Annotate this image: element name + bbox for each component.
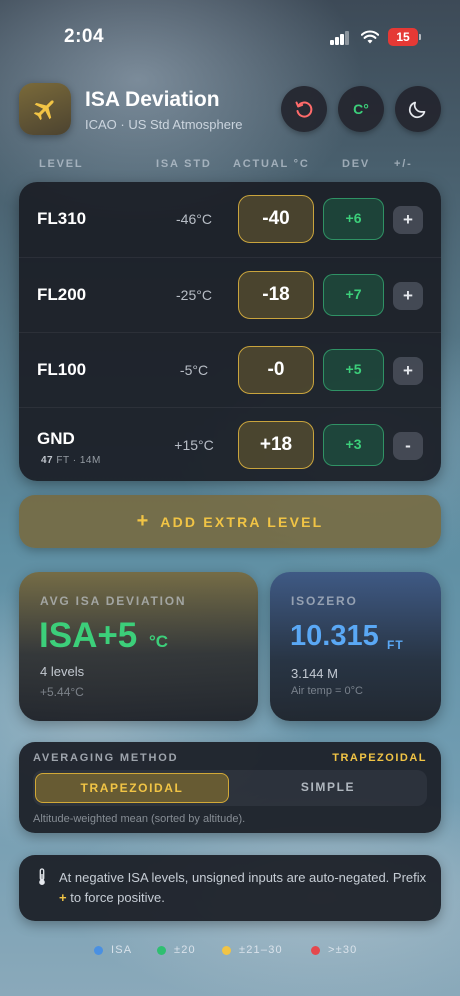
reset-icon — [295, 101, 313, 118]
deviation-legend: ISA ±20 ±21–30 >±30 — [0, 944, 460, 962]
sign-toggle-button[interactable]: + — [393, 357, 423, 385]
col-header-dev: DEV — [342, 158, 371, 170]
info-note-text: At negative ISA levels, unsigned inputs … — [59, 868, 427, 908]
averaging-method-segmented-control: TRAPEZOIDAL SIMPLE — [33, 770, 427, 806]
table-row: FL200 -25°C -18 +7 + — [19, 257, 441, 332]
trapezoidal-option[interactable]: TRAPEZOIDAL — [35, 773, 229, 803]
deviation-badge: +5 — [323, 349, 384, 391]
table-row: GND 47 FT · 14M +15°C +18 +3 - — [19, 407, 441, 481]
isa-std-value: +15°C — [174, 437, 214, 453]
ground-elevation: 47 FT · 14M — [41, 455, 101, 466]
isa-std-value: -5°C — [179, 362, 209, 378]
legend-item: ISA — [94, 944, 132, 956]
col-header-sign: +/- — [394, 158, 413, 170]
col-header-isa-std: ISA STD — [156, 158, 212, 170]
avg-isa-value: ISA+5 — [39, 616, 138, 655]
note-plus-highlight: + — [59, 890, 67, 905]
sign-toggle-button[interactable]: + — [393, 206, 423, 234]
battery-tip — [419, 34, 421, 40]
deviation-badge: +7 — [323, 274, 384, 316]
legend-item: ±20 — [157, 944, 196, 956]
ground-elevation-ft: 47 — [41, 455, 54, 466]
table-row: FL100 -5°C -0 +5 + — [19, 332, 441, 407]
battery-level: 15 — [396, 30, 410, 44]
avg-exact-value: +5.44°C — [40, 685, 84, 699]
moon-icon — [408, 101, 426, 119]
unit-toggle-button[interactable]: C° — [338, 86, 384, 132]
legend-label: ±20 — [174, 944, 196, 956]
ground-elevation-m: · 14M — [72, 455, 101, 466]
info-note: At negative ISA levels, unsigned inputs … — [19, 855, 441, 921]
sign-toggle-button[interactable]: + — [393, 282, 423, 310]
level-label: FL310 — [37, 209, 87, 228]
legend-label: >±30 — [328, 944, 358, 956]
page-subtitle: ICAO · US Std Atmosphere — [85, 117, 243, 132]
note-text-after: to force positive. — [66, 890, 165, 905]
plus-icon: + — [136, 510, 149, 532]
isa-std-value: -25°C — [176, 287, 212, 303]
isozero-card-title: ISOZERO — [291, 594, 358, 608]
battery-indicator: 15 — [388, 28, 418, 46]
isozero-air-temp: Air temp = 0°C — [291, 685, 363, 697]
avg-isa-deviation-card: AVG ISA DEVIATION ISA+5 °C 4 levels +5.4… — [19, 572, 258, 721]
actual-temp-input[interactable]: +18 — [238, 421, 314, 469]
level-label: FL200 — [37, 285, 87, 304]
averaging-method-current: TRAPEZOIDAL — [332, 752, 427, 764]
col-header-actual: ACTUAL °C — [233, 158, 310, 170]
status-bar: 2:04 15 — [0, 0, 460, 76]
isozero-unit: FT — [387, 638, 404, 652]
table-row: FL310 -46°C -40 +6 + — [19, 182, 441, 257]
actual-temp-input[interactable]: -40 — [238, 195, 314, 243]
airplane-icon — [19, 83, 71, 135]
legend-label: ISA — [111, 944, 133, 956]
thermometer-icon — [39, 868, 45, 885]
table-column-headers: LEVEL ISA STD ACTUAL °C DEV +/- — [0, 158, 460, 174]
actual-temp-input[interactable]: -0 — [238, 346, 314, 394]
legend-label: ±21–30 — [239, 944, 283, 956]
level-label: FL100 — [37, 360, 87, 379]
add-extra-level-label: ADD EXTRA LEVEL — [160, 513, 324, 530]
deviation-badge: +3 — [323, 424, 384, 466]
legend-item: >±30 — [311, 944, 358, 956]
unit-toggle-label: C° — [353, 101, 369, 117]
levels-table: FL310 -46°C -40 +6 + FL200 -25°C -18 +7 … — [19, 182, 441, 481]
level-label: GND — [37, 429, 75, 448]
averaging-method-label: AVERAGING METHOD — [33, 752, 179, 764]
simple-option[interactable]: SIMPLE — [231, 773, 425, 803]
isozero-meters: 3.144 M — [291, 666, 338, 681]
averaging-method-panel: AVERAGING METHOD TRAPEZOIDAL TRAPEZOIDAL… — [19, 742, 441, 833]
reset-button[interactable] — [281, 86, 327, 132]
col-header-level: LEVEL — [39, 158, 84, 170]
avg-level-count: 4 levels — [40, 664, 85, 679]
isozero-card: ISOZERO 10.315 FT 3.144 M Air temp = 0°C — [270, 572, 441, 721]
deviation-badge: +6 — [323, 198, 384, 240]
averaging-method-description: Altitude-weighted mean (sorted by altitu… — [33, 813, 246, 825]
sign-toggle-button[interactable]: - — [393, 432, 423, 460]
avg-isa-unit: °C — [149, 632, 169, 651]
wifi-icon — [361, 30, 379, 44]
note-text-before: At negative ISA levels, unsigned inputs … — [59, 870, 427, 885]
dark-mode-button[interactable] — [395, 86, 441, 132]
page-title: ISA Deviation — [85, 88, 220, 111]
cellular-signal-icon — [330, 31, 350, 45]
actual-temp-input[interactable]: -18 — [238, 271, 314, 319]
app-header: ISA Deviation ICAO · US Std Atmosphere C… — [19, 82, 441, 138]
add-extra-level-button[interactable]: + ADD EXTRA LEVEL — [19, 495, 441, 548]
legend-dot-red — [311, 945, 320, 955]
legend-dot-blue — [94, 945, 103, 955]
isa-std-value: -46°C — [176, 211, 212, 227]
legend-item: ±21–30 — [222, 944, 283, 956]
legend-dot-yellow — [222, 945, 231, 955]
isozero-value: 10.315 — [290, 620, 379, 652]
avg-card-title: AVG ISA DEVIATION — [40, 594, 187, 608]
legend-dot-green — [157, 945, 166, 955]
status-time: 2:04 — [64, 26, 105, 47]
ground-elevation-ft-unit: FT — [56, 455, 70, 466]
